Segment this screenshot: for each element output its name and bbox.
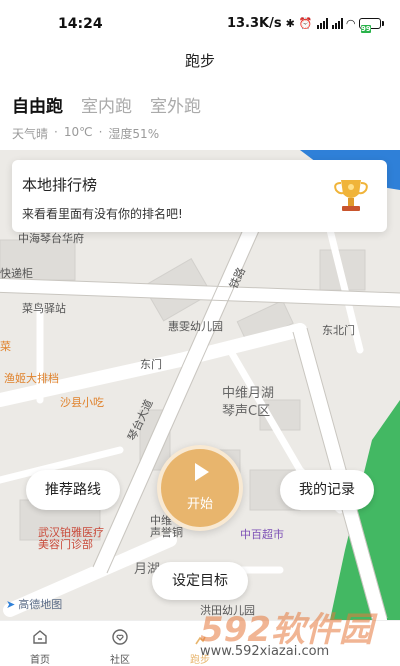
- trophy-icon: [334, 180, 368, 211]
- map-label: 声誉铜: [150, 526, 183, 539]
- weather-temperature: 10℃: [63, 125, 93, 139]
- map-label: 中海琴台华府: [18, 232, 84, 245]
- watermark-url: www.592xiazai.com: [200, 644, 330, 659]
- map-label: 东门: [140, 358, 162, 371]
- run-mode-tabs: 自由跑 室内跑 室外跑: [12, 92, 201, 117]
- signal-icon-2: [331, 18, 343, 29]
- weather-condition: 天气晴: [12, 127, 49, 141]
- tab-free-run[interactable]: 自由跑: [12, 92, 63, 117]
- map-label: 渔姬大排档: [4, 372, 59, 385]
- map-label: 东北门: [322, 324, 355, 337]
- nav-label: 社区: [110, 655, 130, 666]
- page-title: 跑步: [184, 52, 215, 70]
- home-icon: [33, 630, 47, 644]
- status-bar: 14:24 13.3K/s ✱ ⏰ ◠ 99: [0, 0, 400, 44]
- ranking-title: 本地排行榜: [22, 176, 98, 194]
- status-time: 14:24: [58, 16, 103, 32]
- network-speed: 13.3K/s: [226, 16, 282, 31]
- set-goal-button[interactable]: 设定目标: [152, 562, 248, 600]
- recommended-route-button[interactable]: 推荐路线: [26, 470, 120, 510]
- weather-info: 天气晴 · 10℃ · 湿度51%: [12, 125, 159, 142]
- map-label: 惠雯幼儿园: [168, 320, 223, 333]
- status-indicators: 13.3K/s ✱ ⏰ ◠ 99: [226, 16, 384, 33]
- weather-humidity: 湿度51%: [108, 127, 160, 141]
- map-label: 琴声C区: [222, 404, 271, 419]
- wifi-icon: ◠: [346, 17, 355, 30]
- nav-label: 首页: [30, 655, 50, 666]
- nav-community[interactable]: 社区: [80, 621, 160, 666]
- map-provider-logo: ➤ 高德地图: [6, 596, 62, 612]
- map-provider-label: 高德地图: [18, 598, 63, 611]
- tab-outdoor-run[interactable]: 室外跑: [150, 92, 201, 117]
- battery-icon: 99: [359, 18, 384, 33]
- map-label: 中百超市: [240, 528, 284, 541]
- weather-separator: ·: [54, 125, 58, 139]
- battery-level: 99: [361, 25, 371, 33]
- start-run-button[interactable]: 开始: [157, 445, 243, 531]
- nav-home[interactable]: 首页: [0, 621, 80, 666]
- weather-separator: ·: [98, 125, 103, 139]
- signal-icon: [316, 18, 328, 29]
- my-records-button[interactable]: 我的记录: [280, 470, 374, 510]
- tab-indoor-run[interactable]: 室内跑: [81, 92, 132, 117]
- local-ranking-card[interactable]: 本地排行榜 来看看里面有没有你的排名吧!: [12, 160, 387, 232]
- play-icon: [195, 463, 209, 481]
- ranking-subtitle: 来看看里面有没有你的排名吧!: [22, 207, 183, 221]
- watermark: 592软件园 www.592xiazai.com: [196, 602, 400, 666]
- navigation-arrow-icon: ➤: [6, 597, 16, 611]
- start-label: 开始: [186, 497, 213, 512]
- map-label: 中维月湖: [222, 386, 275, 401]
- map-label: 菜鸟驿站: [22, 302, 66, 315]
- map-label: 沙县小吃: [60, 396, 104, 409]
- map-label: 美容门诊部: [38, 538, 93, 551]
- map-label: 菜: [0, 340, 11, 353]
- bluetooth-icon: ✱: [285, 17, 295, 30]
- map-label: 快递柜: [0, 267, 33, 280]
- alarm-icon: ⏰: [298, 17, 313, 30]
- community-icon: [112, 629, 128, 645]
